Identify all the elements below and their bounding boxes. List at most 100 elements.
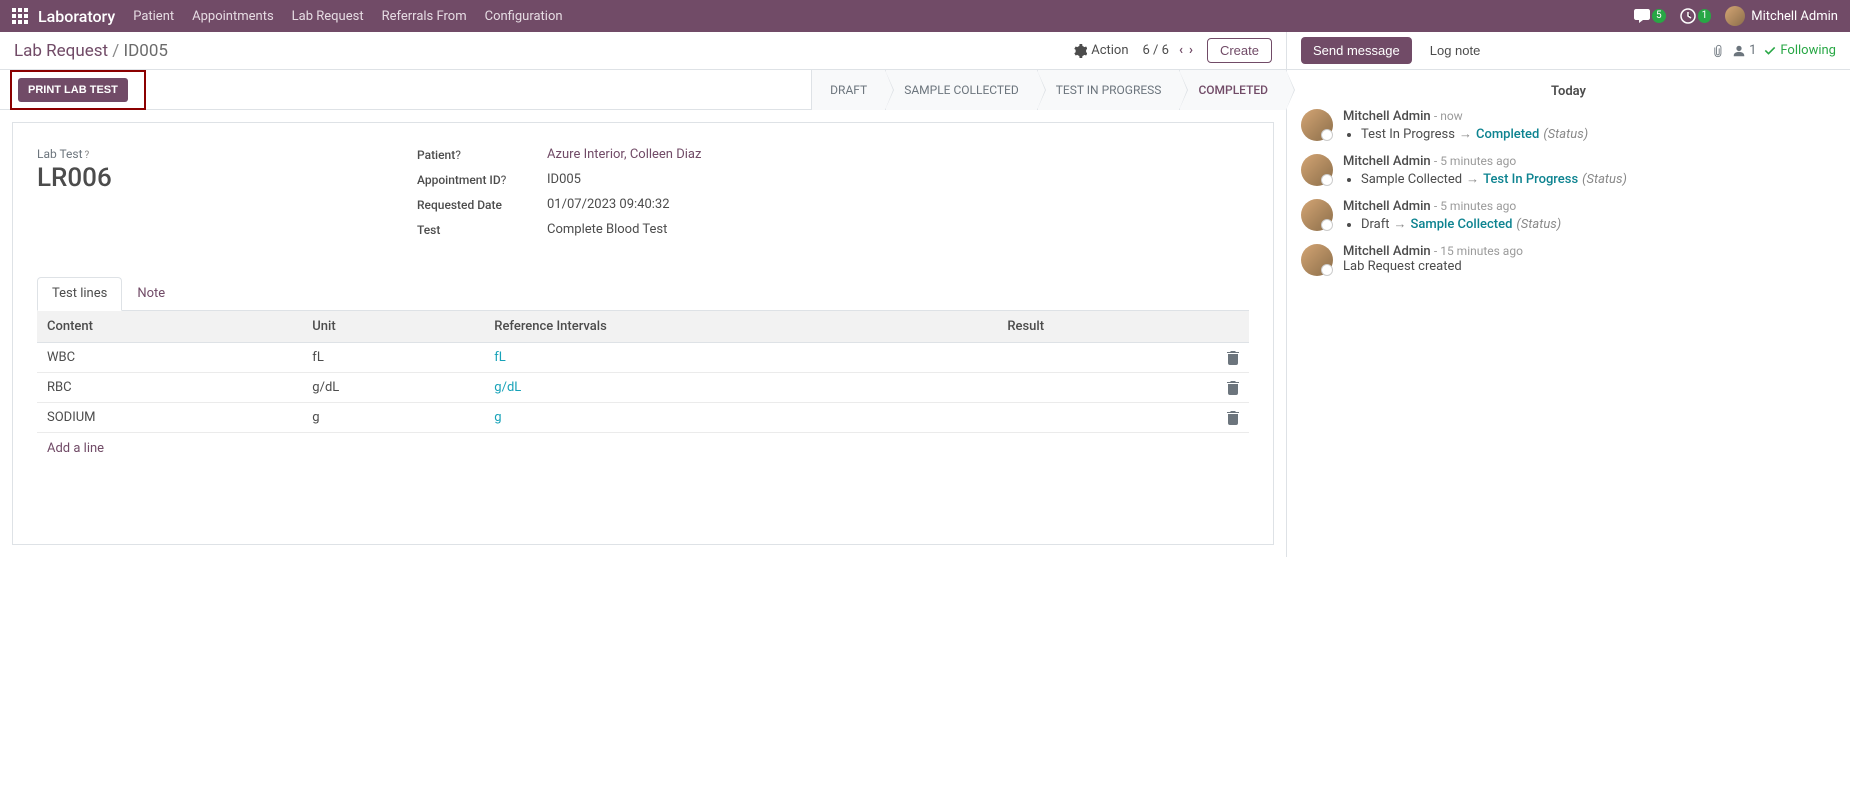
- cell-result[interactable]: [997, 403, 1217, 433]
- th-content[interactable]: Content: [37, 311, 302, 343]
- message-time: - 5 minutes ago: [1434, 154, 1516, 168]
- table-row[interactable]: WBCfLfL: [37, 343, 1249, 373]
- action-dropdown[interactable]: Action: [1073, 43, 1128, 58]
- chatter-message: Mitchell Admin - 5 minutes agoSample Col…: [1301, 154, 1836, 187]
- cell-unit[interactable]: g/dL: [302, 373, 484, 403]
- send-message-button[interactable]: Send message: [1301, 37, 1412, 64]
- chat-icon[interactable]: 5: [1634, 9, 1666, 23]
- topbar: Laboratory Patient Appointments Lab Requ…: [0, 0, 1850, 32]
- cell-ref[interactable]: g: [484, 403, 997, 433]
- cell-result[interactable]: [997, 343, 1217, 373]
- clock-icon[interactable]: 1: [1680, 8, 1712, 24]
- form-sheet: Lab Test? LR006 Patient? Azure Interior,…: [12, 122, 1274, 545]
- following-button[interactable]: Following: [1764, 43, 1836, 58]
- avatar-icon: [1725, 6, 1745, 26]
- table-row[interactable]: RBCg/dLg/dL: [37, 373, 1249, 403]
- pager-next[interactable]: ›: [1189, 43, 1193, 58]
- stage-draft[interactable]: DRAFT: [811, 70, 885, 110]
- arrow-icon: →: [1466, 172, 1479, 187]
- patient-label: Patient?: [417, 148, 547, 162]
- app-name[interactable]: Laboratory: [38, 7, 115, 26]
- status-label: (Status): [1543, 127, 1588, 142]
- th-unit[interactable]: Unit: [302, 311, 484, 343]
- message-author[interactable]: Mitchell Admin: [1343, 109, 1431, 124]
- gear-icon: [1073, 44, 1087, 58]
- message-time: - 5 minutes ago: [1434, 199, 1516, 213]
- delete-row-icon[interactable]: [1217, 373, 1249, 403]
- tab-note[interactable]: Note: [122, 277, 180, 310]
- avatar-icon: [1301, 244, 1333, 276]
- menu-configuration[interactable]: Configuration: [485, 9, 563, 24]
- log-note-button[interactable]: Log note: [1420, 37, 1491, 64]
- message-time: - now: [1434, 109, 1463, 123]
- cell-content[interactable]: SODIUM: [37, 403, 302, 433]
- pager: 6 / 6 ‹ ›: [1143, 43, 1193, 58]
- pager-prev[interactable]: ‹: [1179, 43, 1183, 58]
- attachment-icon[interactable]: [1710, 44, 1724, 58]
- cell-unit[interactable]: g: [302, 403, 484, 433]
- chatter-message: Mitchell Admin - now Test In Progress → Com…: [1301, 109, 1836, 142]
- reqdate-value[interactable]: 01/07/2023 09:40:32: [547, 197, 670, 212]
- chatter-message: Mitchell Admin - 5 minutes agoDraft→Samp…: [1301, 199, 1836, 232]
- user-name: Mitchell Admin: [1751, 9, 1838, 24]
- menu-lab-request[interactable]: Lab Request: [292, 9, 364, 24]
- cell-content[interactable]: RBC: [37, 373, 302, 403]
- message-time: - 15 minutes ago: [1434, 244, 1523, 258]
- pager-text[interactable]: 6 / 6: [1143, 43, 1169, 58]
- breadcrumb-current: ID005: [124, 41, 168, 61]
- delete-row-icon[interactable]: [1217, 403, 1249, 433]
- add-line[interactable]: Add a line: [37, 433, 1249, 464]
- cell-content[interactable]: WBC: [37, 343, 302, 373]
- chatter-message: Mitchell Admin - 15 minutes agoLab Reque…: [1301, 244, 1836, 276]
- new-status[interactable]: Completed: [1476, 127, 1539, 142]
- highlight-box: PRINT LAB TEST: [10, 70, 146, 110]
- cell-ref[interactable]: fL: [484, 343, 997, 373]
- status-bar: PRINT LAB TEST DRAFT SAMPLE COLLECTED TE…: [0, 70, 1286, 110]
- message-author[interactable]: Mitchell Admin: [1343, 154, 1431, 169]
- patient-value[interactable]: Azure Interior, Colleen Diaz: [547, 147, 701, 162]
- appointment-label: Appointment ID?: [417, 173, 547, 187]
- status-label: (Status): [1582, 172, 1627, 187]
- labtest-value[interactable]: LR006: [37, 163, 357, 193]
- stage-sample-collected[interactable]: SAMPLE COLLECTED: [885, 70, 1037, 110]
- followers-count[interactable]: 1: [1732, 43, 1756, 58]
- stage-test-in-progress[interactable]: TEST IN PROGRESS: [1037, 70, 1180, 110]
- apps-icon[interactable]: [12, 8, 28, 24]
- new-status[interactable]: Sample Collected: [1411, 217, 1513, 232]
- user-menu[interactable]: Mitchell Admin: [1725, 6, 1838, 26]
- menu-appointments[interactable]: Appointments: [192, 9, 274, 24]
- test-value[interactable]: Complete Blood Test: [547, 222, 667, 237]
- table-row[interactable]: SODIUMgg: [37, 403, 1249, 433]
- avatar-icon: [1301, 199, 1333, 231]
- delete-row-icon[interactable]: [1217, 343, 1249, 373]
- cell-unit[interactable]: fL: [302, 343, 484, 373]
- appointment-value[interactable]: ID005: [547, 172, 581, 187]
- breadcrumb-root[interactable]: Lab Request: [14, 41, 108, 61]
- stages: DRAFT SAMPLE COLLECTED TEST IN PROGRESS …: [811, 70, 1286, 110]
- message-author[interactable]: Mitchell Admin: [1343, 244, 1431, 259]
- arrow-icon: →: [1459, 127, 1472, 142]
- arrow-icon: →: [1394, 217, 1407, 232]
- status-label: (Status): [1516, 217, 1561, 232]
- chatter-today-label: Today: [1301, 84, 1836, 99]
- print-lab-test-button[interactable]: PRINT LAB TEST: [18, 78, 128, 102]
- th-result[interactable]: Result: [997, 311, 1217, 343]
- old-status: Test In Progress: [1361, 127, 1455, 142]
- avatar-icon: [1301, 109, 1333, 141]
- breadcrumb-sep: /: [112, 41, 123, 61]
- menu-patient[interactable]: Patient: [133, 9, 174, 24]
- tab-test-lines[interactable]: Test lines: [37, 277, 122, 311]
- message-text: Lab Request created: [1343, 259, 1523, 274]
- message-author[interactable]: Mitchell Admin: [1343, 199, 1431, 214]
- create-button[interactable]: Create: [1207, 38, 1272, 63]
- tabs: Test lines Note: [37, 277, 1249, 311]
- cell-ref[interactable]: g/dL: [484, 373, 997, 403]
- cell-result[interactable]: [997, 373, 1217, 403]
- check-icon: [1764, 45, 1776, 57]
- stage-completed[interactable]: COMPLETED: [1179, 70, 1286, 110]
- new-status[interactable]: Test In Progress: [1483, 172, 1578, 187]
- menu-referrals-from[interactable]: Referrals From: [382, 9, 467, 24]
- th-ref[interactable]: Reference Intervals: [484, 311, 997, 343]
- test-label: Test: [417, 223, 547, 237]
- reqdate-label: Requested Date: [417, 198, 547, 212]
